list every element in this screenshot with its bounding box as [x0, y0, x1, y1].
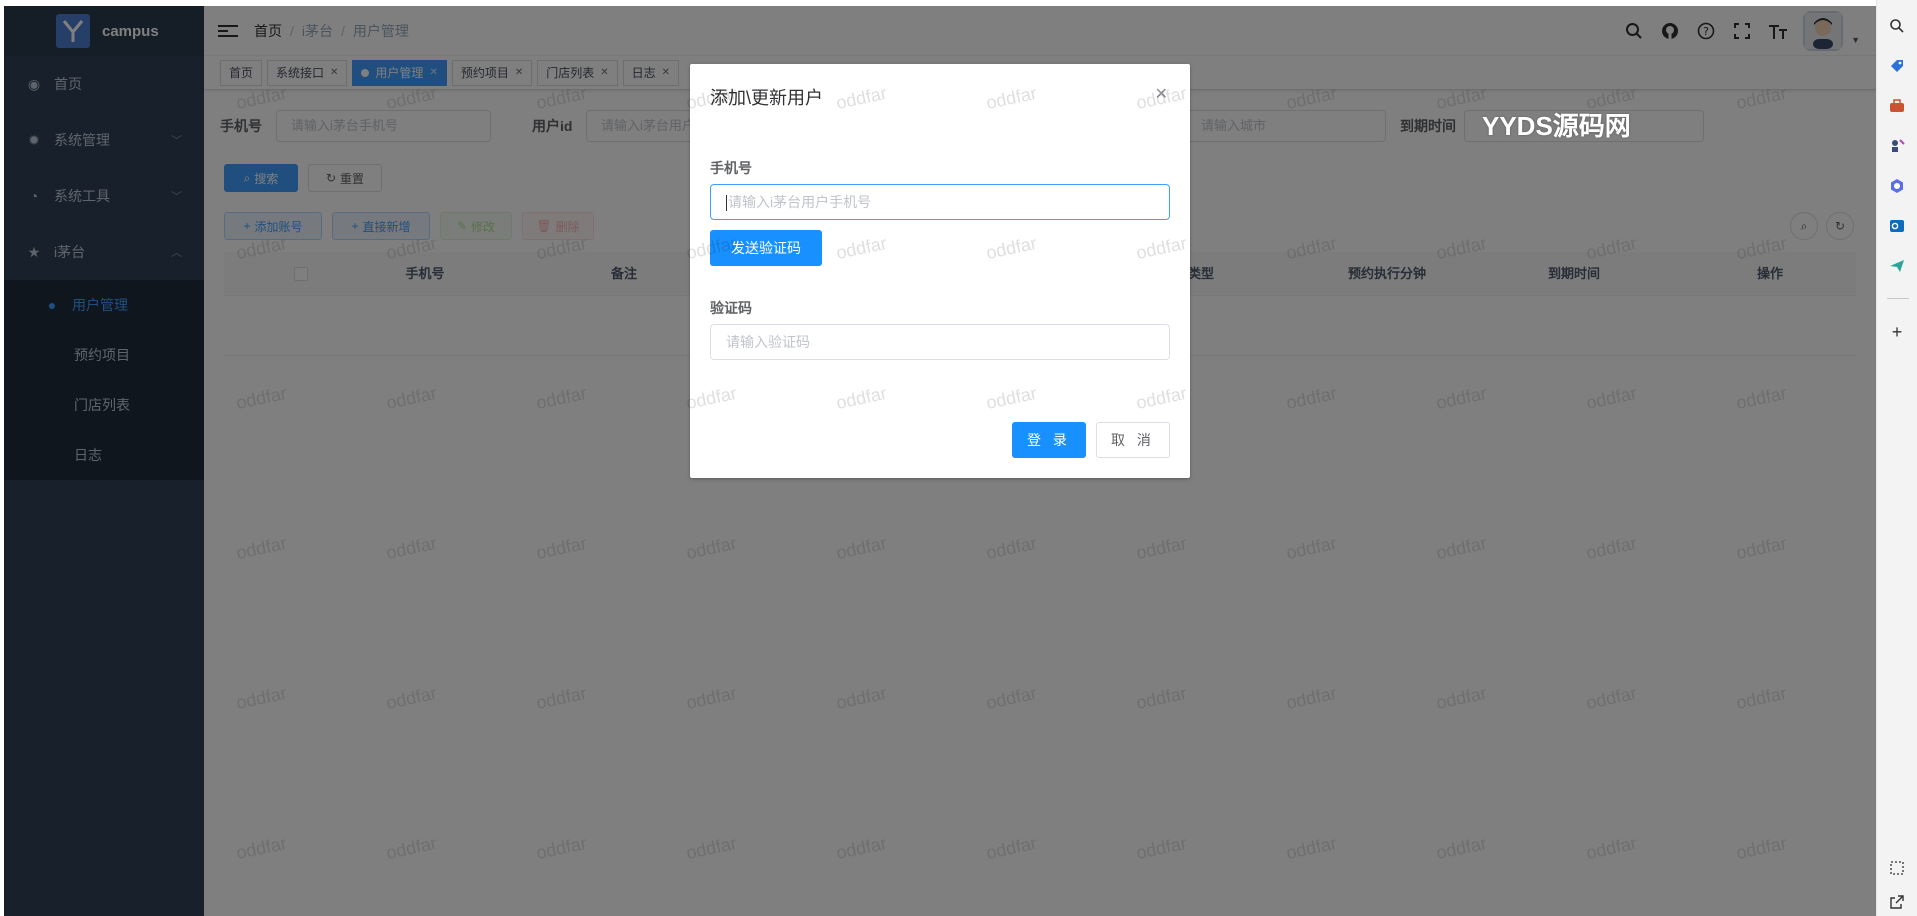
tag-icon[interactable] — [1887, 56, 1907, 76]
dialog-phone-input[interactable]: 请输入i茅台用户手机号 — [710, 184, 1170, 220]
close-icon[interactable]: ✕ — [1155, 84, 1168, 104]
chess-icon[interactable] — [1887, 136, 1907, 156]
add-icon[interactable]: + — [1887, 322, 1907, 342]
send-code-button[interactable]: 发送验证码 — [710, 230, 822, 266]
placeholder-text: 请输入i茅台用户手机号 — [728, 194, 872, 210]
briefcase-icon[interactable] — [1887, 96, 1907, 116]
dialog-code-label: 验证码 — [710, 300, 752, 316]
dialog-code-input[interactable]: 请输入验证码 — [710, 324, 1170, 360]
site-watermark-text: YYDS源码网 — [1482, 111, 1631, 141]
search-icon[interactable] — [1887, 16, 1907, 36]
browser-sidebar: + — [1876, 0, 1917, 916]
dialog-title: 添加\更新用户 — [710, 88, 824, 108]
login-button[interactable]: 登 录 — [1012, 422, 1086, 458]
add-update-user-dialog: 添加\更新用户 ✕ 手机号 请输入i茅台用户手机号 发送验证码 验证码 请输入验… — [690, 64, 1190, 478]
divider — [1887, 298, 1909, 299]
dialog-phone-label: 手机号 — [710, 160, 752, 176]
cancel-button[interactable]: 取 消 — [1096, 422, 1170, 458]
send-icon[interactable] — [1887, 256, 1907, 276]
outlook-icon[interactable] — [1887, 216, 1907, 236]
screenshot-icon[interactable] — [1887, 858, 1907, 878]
copilot-icon[interactable] — [1887, 176, 1907, 196]
external-icon[interactable] — [1887, 892, 1907, 912]
